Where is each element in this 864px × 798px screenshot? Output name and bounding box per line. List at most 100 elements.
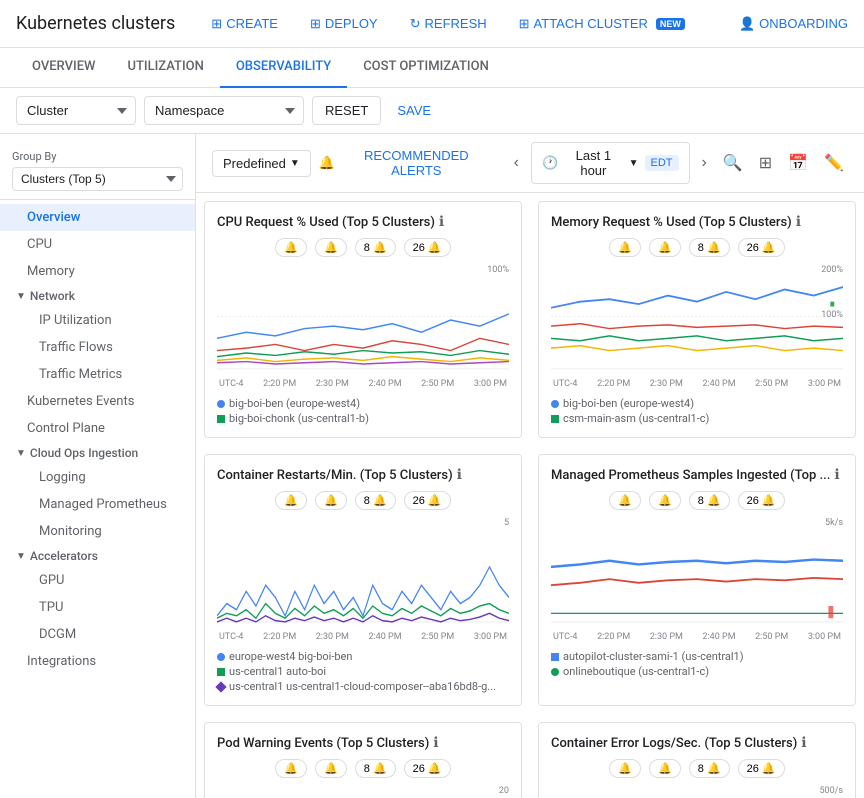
legend-color: [217, 653, 225, 661]
group-by-select[interactable]: Clusters (Top 5): [12, 167, 183, 191]
tab-cost-optimization[interactable]: COST OPTIMIZATION: [347, 48, 505, 88]
alert-btn-1[interactable]: 🔔: [609, 491, 641, 510]
alert-count-26[interactable]: 26 🔔: [738, 759, 785, 778]
sidebar-group-cloud-ops[interactable]: ▼ Cloud Ops Ingestion: [0, 442, 195, 464]
sidebar-item-tpu[interactable]: TPU: [0, 594, 195, 621]
create-button[interactable]: ⊞ CREATE: [199, 10, 290, 38]
attach-cluster-button[interactable]: ⊞ ATTACH CLUSTER NEW: [507, 10, 697, 38]
alert-btn-1[interactable]: 🔔: [275, 759, 307, 778]
alert-count-8[interactable]: 8 🔔: [355, 759, 396, 778]
alert-count-8[interactable]: 8 🔔: [689, 491, 730, 510]
sidebar-item-overview[interactable]: Overview: [0, 204, 195, 231]
bell-icon: 🔔: [658, 241, 672, 254]
alert-btn-1[interactable]: 🔔: [275, 238, 307, 257]
zoom-in-button[interactable]: 🔍: [719, 149, 747, 177]
sidebar-item-traffic-metrics[interactable]: Traffic Metrics: [0, 361, 195, 388]
info-icon[interactable]: ℹ: [801, 735, 806, 751]
save-button[interactable]: SAVE: [389, 97, 439, 124]
bell-icon: 🔔: [319, 155, 335, 171]
alert-count-8[interactable]: 8 🔔: [689, 759, 730, 778]
sidebar-item-kubernetes-events[interactable]: Kubernetes Events: [0, 388, 195, 415]
legend-item-1: europe-west4 big-boi-ben: [217, 650, 509, 663]
alert-btn-1[interactable]: 🔔: [609, 238, 641, 257]
legend-item-2: big-boi-chonk (us-central1-b): [217, 412, 509, 425]
bell-icon: 🔔: [618, 241, 632, 254]
bell-icon: 🔔: [658, 494, 672, 507]
alert-count-26[interactable]: 26 🔔: [404, 491, 451, 510]
alert-count-26[interactable]: 26 🔔: [404, 759, 451, 778]
refresh-button[interactable]: ↻ REFRESH: [398, 10, 499, 38]
legend-color: [217, 668, 225, 676]
y-max-label: 5k/s: [825, 518, 843, 528]
sidebar-item-gpu[interactable]: GPU: [0, 567, 195, 594]
alert-btn-2[interactable]: 🔔: [649, 491, 681, 510]
predefined-button[interactable]: Predefined ▼: [212, 150, 311, 177]
deploy-button[interactable]: ⊞ DEPLOY: [298, 10, 390, 38]
sidebar-item-logging[interactable]: Logging: [0, 464, 195, 491]
create-icon: ⊞: [211, 16, 222, 32]
prev-time-button[interactable]: ‹: [510, 150, 523, 176]
sidebar-item-managed-prometheus[interactable]: Managed Prometheus: [0, 491, 195, 518]
tab-observability[interactable]: OBSERVABILITY: [220, 48, 347, 88]
alert-count-26[interactable]: 26 🔔: [738, 238, 785, 257]
alert-btn-2[interactable]: 🔔: [315, 238, 347, 257]
alert-count-8[interactable]: 8 🔔: [355, 491, 396, 510]
legend-item-2: onlineboutique (us-central1-c): [551, 665, 843, 678]
recommended-alerts-button[interactable]: 🔔 RECOMMENDED ALERTS: [319, 148, 494, 178]
prometheus-chart-area: 5k/s: [551, 518, 843, 628]
sidebar-item-monitoring[interactable]: Monitoring: [0, 518, 195, 545]
sidebar-item-dcgm[interactable]: DCGM: [0, 621, 195, 648]
prometheus-chart-title: Managed Prometheus Samples Ingested (Top…: [551, 467, 843, 483]
memory-legend: big-boi-ben (europe-west4) csm-main-asm …: [551, 397, 843, 425]
pod-warning-chart-card: Pod Warning Events (Top 5 Clusters) ℹ 🔔 …: [204, 722, 522, 798]
sidebar-item-ip-utilization[interactable]: IP Utilization: [0, 307, 195, 334]
pod-warning-chart-title: Pod Warning Events (Top 5 Clusters) ℹ: [217, 735, 509, 751]
chart-controls: 🔔 🔔 8 🔔 26 🔔: [217, 491, 509, 510]
namespace-select[interactable]: Namespace: [144, 96, 304, 125]
reset-button[interactable]: RESET: [312, 96, 381, 125]
chart-controls: 🔔 🔔 8 🔔 26 🔔: [551, 759, 843, 778]
next-time-button[interactable]: ›: [698, 150, 711, 176]
legend-item-1: autopilot-cluster-sami-1 (us-central1): [551, 650, 843, 663]
alert-btn-2[interactable]: 🔔: [315, 759, 347, 778]
edit-button[interactable]: ✏️: [820, 149, 848, 177]
alert-count-8[interactable]: 8 🔔: [689, 238, 730, 257]
tab-overview[interactable]: OVERVIEW: [16, 48, 111, 88]
info-icon[interactable]: ℹ: [433, 735, 438, 751]
legend-color: [551, 400, 559, 408]
cluster-select[interactable]: Cluster: [16, 96, 136, 125]
alert-count-26[interactable]: 26 🔔: [404, 238, 451, 257]
sidebar-item-memory[interactable]: Memory: [0, 258, 195, 285]
managed-prometheus-chart-card: Managed Prometheus Samples Ingested (Top…: [538, 454, 856, 706]
table-view-button[interactable]: ⊞: [755, 149, 776, 177]
app-header: Kubernetes clusters ⊞ CREATE ⊞ DEPLOY ↻ …: [0, 0, 864, 48]
attach-icon: ⊞: [519, 16, 530, 32]
alert-btn-2[interactable]: 🔔: [649, 759, 681, 778]
alert-count-8[interactable]: 8 🔔: [355, 238, 396, 257]
group-by-label: Group By: [12, 150, 183, 163]
time-range-button[interactable]: 🕐 Last 1 hour ▼ EDT: [531, 142, 690, 184]
alert-btn-2[interactable]: 🔔: [649, 238, 681, 257]
info-icon[interactable]: ℹ: [457, 467, 462, 483]
alert-count-26[interactable]: 26 🔔: [738, 491, 785, 510]
alert-btn-1[interactable]: 🔔: [609, 759, 641, 778]
sidebar-item-control-plane[interactable]: Control Plane: [0, 415, 195, 442]
info-icon[interactable]: ℹ: [834, 467, 839, 483]
alert-btn-1[interactable]: 🔔: [275, 491, 307, 510]
sidebar-item-cpu[interactable]: CPU: [0, 231, 195, 258]
calendar-button[interactable]: 📅: [784, 149, 812, 177]
sidebar-item-integrations[interactable]: Integrations: [0, 648, 195, 675]
memory-chart-area: 200% 100%: [551, 265, 843, 375]
alert-btn-2[interactable]: 🔔: [315, 491, 347, 510]
onboarding-button[interactable]: 👤 ONBOARDING: [739, 16, 848, 32]
info-icon[interactable]: ℹ: [796, 214, 801, 230]
memory-chart-title: Memory Request % Used (Top 5 Clusters) ℹ: [551, 214, 843, 230]
x-axis: UTC-4 2:20 PM 2:30 PM 2:40 PM 2:50 PM 3:…: [217, 632, 509, 642]
sidebar-item-traffic-flows[interactable]: Traffic Flows: [0, 334, 195, 361]
tab-utilization[interactable]: UTILIZATION: [111, 48, 219, 88]
info-icon[interactable]: ℹ: [439, 214, 444, 230]
legend-color: [551, 668, 559, 676]
chevron-down-icon-time: ▼: [629, 158, 639, 169]
sidebar-group-accelerators[interactable]: ▼ Accelerators: [0, 545, 195, 567]
sidebar-group-network[interactable]: ▼ Network: [0, 285, 195, 307]
